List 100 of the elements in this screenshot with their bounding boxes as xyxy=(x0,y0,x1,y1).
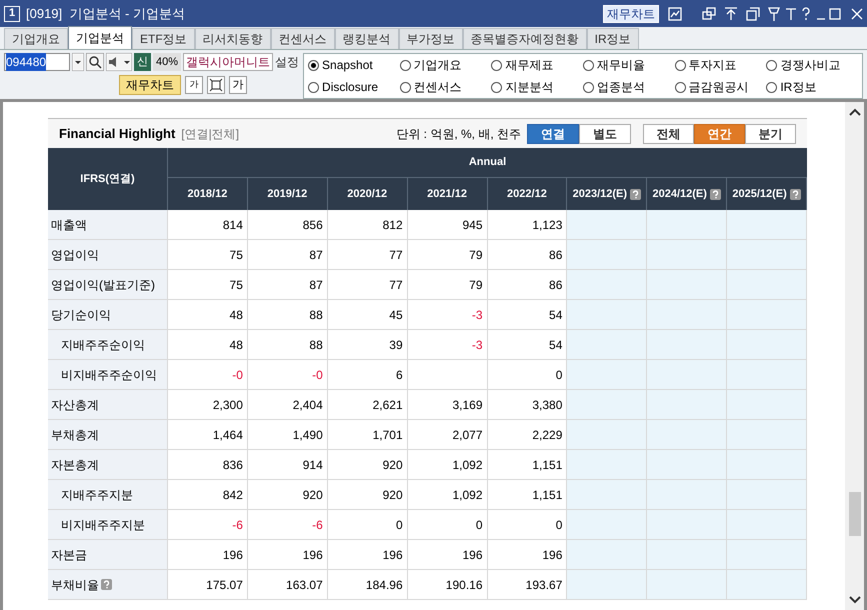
radio-button[interactable] xyxy=(400,82,411,92)
row-label: 비지배주주지분 xyxy=(48,510,168,539)
table-cell: 1,151 xyxy=(488,480,568,509)
radio-button[interactable] xyxy=(583,60,594,70)
window-number: 1 xyxy=(4,6,20,22)
table-cell: 3,380 xyxy=(488,390,568,419)
radio-label[interactable]: 투자지표 xyxy=(688,56,737,74)
table-cell: 79 xyxy=(408,270,488,299)
tab[interactable]: 리서치동향 xyxy=(194,28,271,49)
font-increase-button[interactable]: 가 xyxy=(229,76,247,94)
radio-label[interactable]: 기업개요 xyxy=(414,56,462,74)
radio-label[interactable]: 경쟁사비교 xyxy=(780,56,840,74)
help-icon[interactable] xyxy=(710,188,721,200)
radio-button[interactable] xyxy=(766,82,778,92)
table-cell: 193.67 xyxy=(488,570,568,599)
row-label: 부채총계 xyxy=(48,420,168,449)
radio-label[interactable]: 금감원공시 xyxy=(688,78,749,96)
period-toggle[interactable]: 분기 xyxy=(745,124,796,144)
radio-button[interactable] xyxy=(400,60,411,70)
table-cell: 79 xyxy=(408,240,488,269)
row-label: 영업이익(발표기준) xyxy=(48,270,168,299)
table-cell: 54 xyxy=(488,330,568,359)
radio-button[interactable] xyxy=(583,82,594,92)
fit-icon[interactable] xyxy=(207,76,225,94)
code-field[interactable]: 094480 xyxy=(4,53,70,71)
table-cell: 1,151 xyxy=(488,450,568,479)
stock-name: 갤럭시아머니트 xyxy=(183,53,274,71)
tab[interactable]: 기업개요 xyxy=(4,28,68,49)
table-cell: 3,169 xyxy=(408,390,488,419)
settings-label[interactable]: 설정 xyxy=(275,53,300,71)
table-cell: 86 xyxy=(488,270,568,299)
row-label: 자본총계 xyxy=(48,450,168,479)
radio-label[interactable]: Disclosure xyxy=(322,78,378,96)
scope-toggle[interactable]: 별도 xyxy=(579,124,631,144)
unit-label: 단위 : 억원, %, 배, 천주 xyxy=(396,126,521,142)
tab[interactable]: IR정보 xyxy=(586,28,639,49)
speaker-icon[interactable] xyxy=(106,53,132,71)
table-cell: -3 xyxy=(408,330,488,359)
scrollbar[interactable] xyxy=(845,102,864,610)
radio-button[interactable] xyxy=(308,60,320,70)
row-label: 부채비율 xyxy=(48,570,168,599)
row-label: 지배주주지분 xyxy=(48,480,168,509)
row-label: 당기순이익 xyxy=(48,300,168,329)
radio-label[interactable]: Snapshot xyxy=(322,56,373,74)
radio-label[interactable]: IR정보 xyxy=(780,78,816,96)
scroll-down-icon[interactable] xyxy=(848,596,860,604)
radio-button[interactable] xyxy=(766,60,778,70)
row-label: 매출액 xyxy=(48,210,168,239)
radio-label[interactable]: 컨센서스 xyxy=(414,78,462,96)
table-cell: 196 xyxy=(408,540,488,569)
section-title: Financial Highlight xyxy=(59,124,176,143)
table-cell: 1,092 xyxy=(408,480,488,509)
table-cell: 86 xyxy=(488,240,568,269)
radio-button[interactable] xyxy=(674,82,686,92)
table-cell: 190.16 xyxy=(408,570,488,599)
row-label: 자본금 xyxy=(48,540,168,569)
scroll-thumb[interactable] xyxy=(848,492,860,536)
radio-button[interactable] xyxy=(491,82,502,92)
tab[interactable]: 랭킹분석 xyxy=(334,28,399,49)
window-title: [0919] 기업분석 - 기업분석 xyxy=(26,4,185,23)
help-icon[interactable] xyxy=(630,188,642,200)
scroll-up-icon[interactable] xyxy=(848,108,860,116)
tab[interactable]: 컨센서스 xyxy=(270,28,335,49)
radio-label[interactable]: 지분분석 xyxy=(505,78,554,96)
table-cell: 0 xyxy=(488,360,568,389)
radio-button[interactable] xyxy=(308,82,320,92)
table-cell: 2,229 xyxy=(488,420,568,449)
search-icon[interactable] xyxy=(86,53,104,71)
table-cell: 1,092 xyxy=(408,450,488,479)
font-decrease-button[interactable]: 가 xyxy=(185,76,203,94)
row-label: 비지배주주순이익 xyxy=(48,360,168,389)
scope-toggle[interactable]: 연결 xyxy=(527,124,579,144)
row-label: 영업이익 xyxy=(48,240,168,269)
help-icon[interactable] xyxy=(790,188,801,200)
table-cell: 2,077 xyxy=(408,420,488,449)
section-subtitle: [연결|전체] xyxy=(181,126,240,142)
table-cell: 0 xyxy=(408,510,488,539)
table-cell: 0 xyxy=(488,510,568,539)
tab[interactable]: 종목별증자예정현황 xyxy=(462,28,587,49)
period-toggle[interactable]: 전체 xyxy=(643,124,694,144)
table-cell: 1,123 xyxy=(488,210,568,239)
table-cell: 54 xyxy=(488,300,568,329)
dropdown-icon[interactable] xyxy=(72,53,84,71)
radio-button[interactable] xyxy=(674,60,686,70)
credit-badge: 신 xyxy=(134,53,151,71)
row-label: 지배주주순이익 xyxy=(48,330,168,359)
tab[interactable]: 부가정보 xyxy=(398,28,463,49)
chart-button[interactable]: 재무차트 xyxy=(603,4,659,22)
chart-button[interactable]: 재무차트 xyxy=(119,75,181,95)
radio-button[interactable] xyxy=(491,60,502,70)
radio-label[interactable]: 재무비율 xyxy=(597,56,646,74)
tab[interactable]: 기업분석 xyxy=(68,26,132,49)
row-label: 자산총계 xyxy=(48,390,168,419)
radio-label[interactable]: 업종분석 xyxy=(597,78,646,96)
close-icon[interactable] xyxy=(851,8,863,20)
margin-rate: 40% xyxy=(153,53,182,71)
table-cell: -3 xyxy=(408,300,488,329)
table-cell: 196 xyxy=(488,540,568,569)
radio-label[interactable]: 재무제표 xyxy=(505,56,554,74)
tab[interactable]: ETF정보 xyxy=(132,28,195,49)
